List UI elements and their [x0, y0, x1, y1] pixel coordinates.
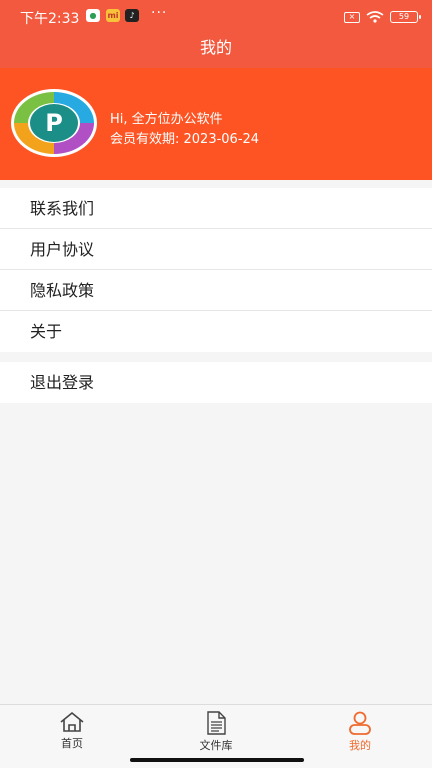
home-icon	[60, 711, 84, 732]
status-time: 下午2:33	[20, 11, 80, 27]
menu-item-contact-us[interactable]: 联系我们	[0, 188, 432, 229]
file-icon	[207, 711, 226, 735]
tab-file-library[interactable]: 文件库	[176, 711, 256, 753]
user-icon	[349, 711, 371, 735]
home-indicator[interactable]	[130, 758, 304, 762]
avatar[interactable]: P	[10, 88, 98, 158]
battery-icon: 59	[390, 11, 421, 23]
menu-item-about[interactable]: 关于	[0, 311, 432, 352]
menu-item-privacy-policy[interactable]: 隐私政策	[0, 270, 432, 311]
profile-card[interactable]: P Hi, 全方位办公软件 会员有效期: 2023-06-24	[0, 68, 432, 180]
avatar-letter: P	[45, 109, 63, 137]
app-notification-icon: ●	[86, 9, 100, 22]
more-notifications-icon: ···	[151, 5, 168, 21]
logout-button[interactable]: 退出登录	[0, 362, 432, 403]
membership-expiry: 会员有效期: 2023-06-24	[110, 132, 260, 147]
tab-home[interactable]: 首页	[32, 711, 112, 751]
status-indicators: × 59	[344, 9, 421, 25]
tab-mine-label: 我的	[349, 739, 371, 752]
page-title: 我的	[199, 38, 232, 57]
tab-home-label: 首页	[61, 737, 83, 750]
tab-mine[interactable]: 我的	[320, 711, 400, 753]
wifi-icon	[366, 11, 384, 23]
settings-menu: 联系我们 用户协议 隐私政策 关于	[0, 188, 432, 352]
page-header: 我的	[0, 34, 432, 68]
menu-item-user-agreement[interactable]: 用户协议	[0, 229, 432, 270]
tiktok-icon: ♪	[125, 9, 139, 22]
no-sim-icon: ×	[344, 11, 360, 23]
mi-app-icon: mi	[106, 9, 120, 22]
status-bar: 下午2:33 ● mi ♪ ··· × 59	[0, 0, 432, 34]
greeting-text: Hi, 全方位办公软件	[110, 112, 223, 127]
tab-file-library-label: 文件库	[199, 739, 233, 752]
logout-menu: 退出登录	[0, 362, 432, 403]
